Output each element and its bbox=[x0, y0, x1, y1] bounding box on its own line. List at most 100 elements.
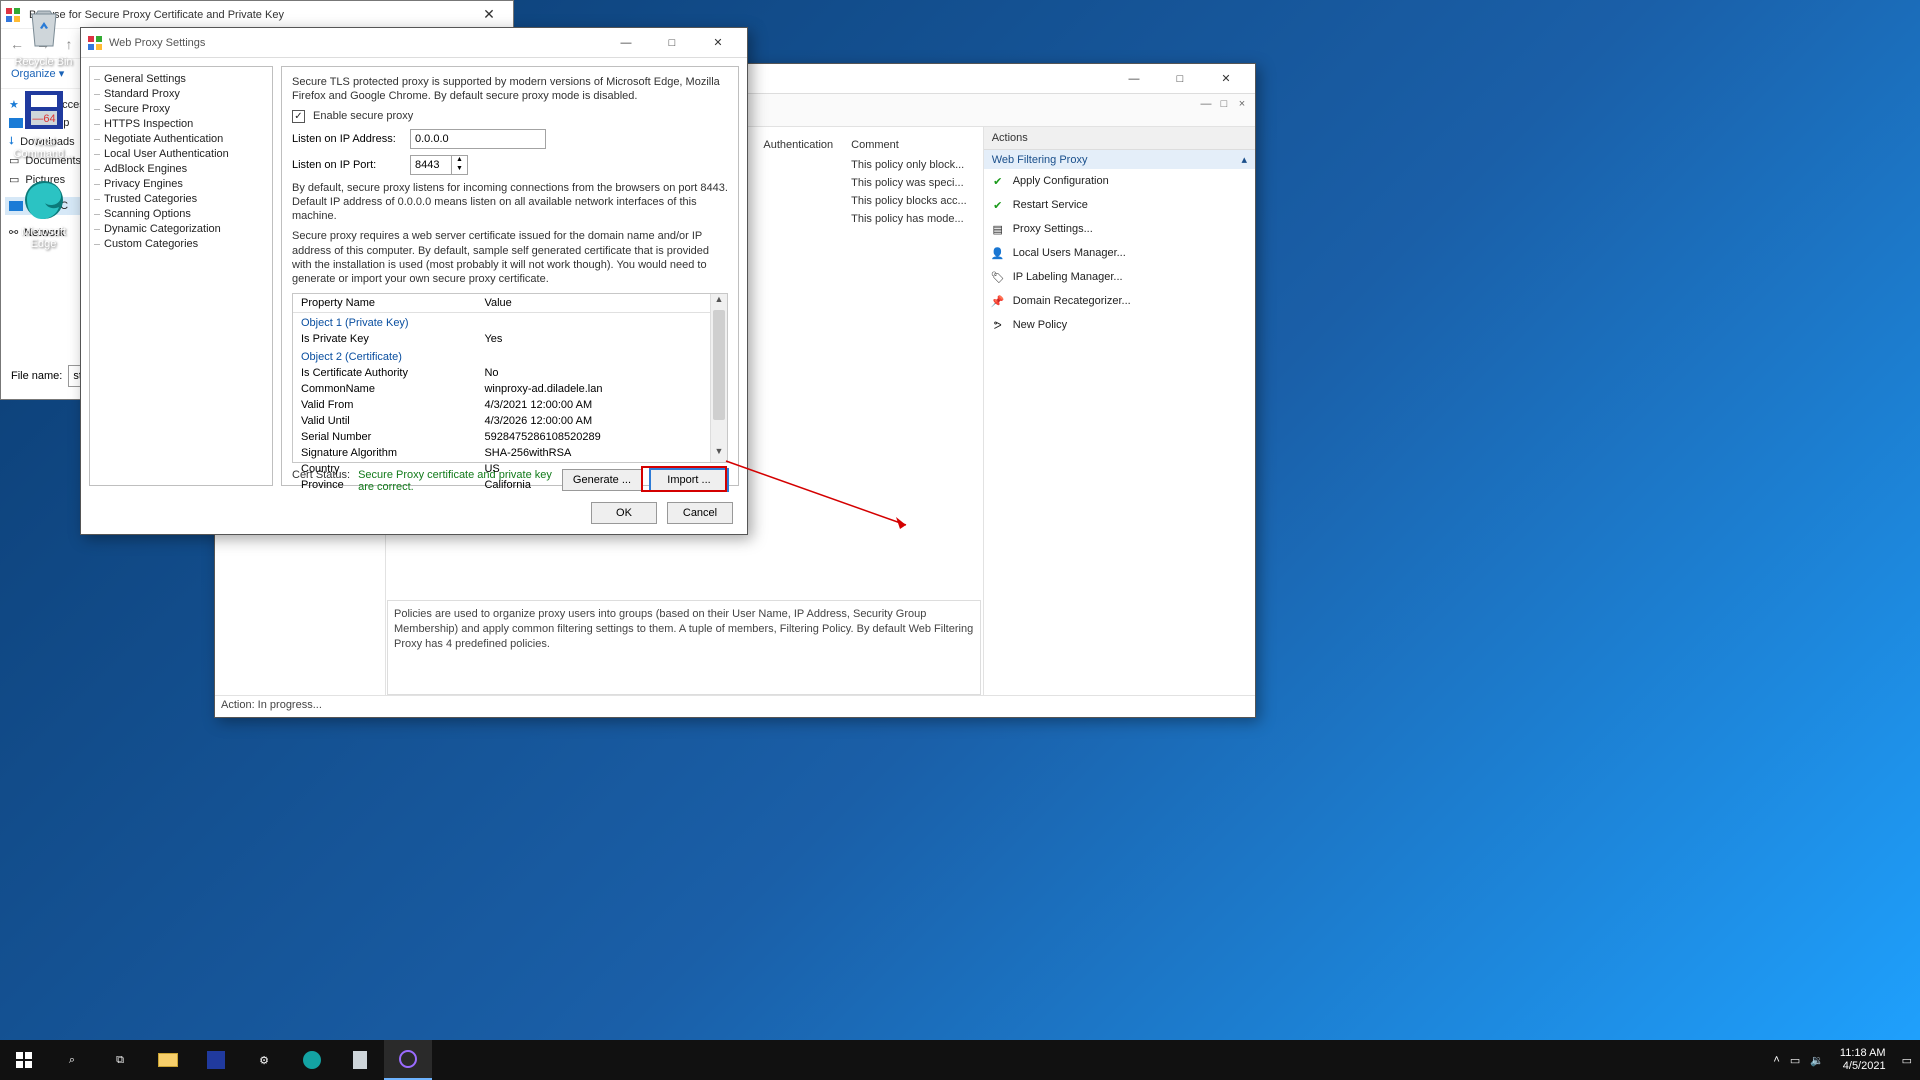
nav-dynamic-categorization[interactable]: Dynamic Categorization bbox=[90, 221, 272, 236]
taskbar-app-2[interactable] bbox=[336, 1040, 384, 1080]
desktop-edge[interactable]: MicrosoftEdge bbox=[6, 176, 81, 250]
action-ip-labeling-manager[interactable]: 🏷IP Labeling Manager... bbox=[984, 265, 1255, 289]
enable-secure-proxy-checkbox[interactable]: ✓ bbox=[292, 110, 305, 123]
edge-icon bbox=[20, 176, 68, 224]
app-icon bbox=[353, 1051, 367, 1069]
desktop-total-commander[interactable]: —64 TotalCommand... bbox=[6, 86, 81, 160]
close-button[interactable]: ✕ bbox=[469, 6, 509, 23]
table-row[interactable]: This policy blocks acc... bbox=[714, 193, 975, 209]
start-button[interactable] bbox=[0, 1040, 48, 1080]
close-button[interactable]: ✕ bbox=[1203, 65, 1249, 93]
ip-address-input[interactable] bbox=[410, 129, 546, 149]
wps-titlebar[interactable]: Web Proxy Settings — □ ✕ bbox=[81, 28, 747, 58]
nav-negotiate-auth[interactable]: Negotiate Authentication bbox=[90, 131, 272, 146]
edge-icon bbox=[303, 1051, 321, 1069]
grid-scrollbar[interactable]: ▲▼ bbox=[710, 294, 727, 462]
spin-down-icon[interactable]: ▼ bbox=[452, 165, 467, 174]
chevron-down-icon: ▾ bbox=[59, 68, 65, 80]
recycle-bin-icon bbox=[20, 6, 68, 54]
tray-chevron-icon[interactable]: ˄ bbox=[1773, 1054, 1779, 1066]
maximize-button[interactable]: □ bbox=[649, 29, 695, 57]
action-apply-configuration[interactable]: ✔Apply Configuration bbox=[984, 169, 1255, 193]
settings-nav: General Settings Standard Proxy Secure P… bbox=[89, 66, 273, 486]
spiral-icon bbox=[399, 1050, 417, 1068]
taskbar-total-commander[interactable] bbox=[192, 1040, 240, 1080]
taskbar-clock[interactable]: 11:18 AM4/5/2021 bbox=[1834, 1047, 1892, 1073]
gear-icon: ⚙ bbox=[259, 1054, 269, 1067]
minimize-button[interactable]: — bbox=[1111, 65, 1157, 93]
mmc-doc-controls[interactable]: —□× bbox=[1199, 98, 1249, 110]
note-port: By default, secure proxy listens for inc… bbox=[292, 181, 728, 224]
mmc-list-header[interactable]: TypeAuthenticationComment bbox=[714, 135, 975, 155]
taskview-icon: ⧉ bbox=[116, 1054, 124, 1067]
status-bar: Action: In progress... bbox=[215, 695, 1255, 717]
search-icon: ⌕ bbox=[69, 1054, 75, 1067]
ip-label: Listen on IP Address: bbox=[292, 133, 402, 145]
port-input[interactable] bbox=[410, 155, 452, 175]
enable-secure-proxy-label: Enable secure proxy bbox=[313, 110, 413, 122]
actions-group[interactable]: Web Filtering Proxy▴ bbox=[984, 150, 1255, 169]
taskbar-edge[interactable] bbox=[288, 1040, 336, 1080]
mmc-actions-pane: Actions Web Filtering Proxy▴ ✔Apply Conf… bbox=[983, 127, 1255, 695]
close-button[interactable]: ✕ bbox=[695, 29, 741, 57]
taskbar-explorer[interactable] bbox=[144, 1040, 192, 1080]
cancel-button[interactable]: Cancel bbox=[667, 502, 733, 524]
network-icon[interactable]: ▭ bbox=[1790, 1054, 1800, 1067]
nav-trusted-categories[interactable]: Trusted Categories bbox=[90, 191, 272, 206]
nav-privacy-engines[interactable]: Privacy Engines bbox=[90, 176, 272, 191]
web-proxy-settings-dialog: Web Proxy Settings — □ ✕ General Setting… bbox=[80, 27, 748, 535]
nav-local-user-auth[interactable]: Local User Authentication bbox=[90, 146, 272, 161]
chevron-up-icon: ▴ bbox=[1241, 153, 1247, 166]
check-icon: ✔ bbox=[990, 197, 1006, 213]
nav-https-inspection[interactable]: HTTPS Inspection bbox=[90, 116, 272, 131]
action-local-users-manager[interactable]: 👤Local Users Manager... bbox=[984, 241, 1255, 265]
sound-icon[interactable]: 🔉 bbox=[1810, 1054, 1824, 1067]
table-row[interactable]: This policy only block... bbox=[714, 157, 975, 173]
task-view-button[interactable]: ⧉ bbox=[96, 1040, 144, 1080]
dialog-title: Web Proxy Settings bbox=[109, 37, 603, 49]
table-row[interactable]: This policy was speci... bbox=[714, 175, 975, 191]
minimize-button[interactable]: — bbox=[603, 29, 649, 57]
desktop-recycle-bin[interactable]: Recycle Bin bbox=[6, 6, 81, 68]
scroll-down-icon[interactable]: ▼ bbox=[711, 446, 727, 462]
maximize-button[interactable]: □ bbox=[1157, 65, 1203, 93]
scroll-up-icon[interactable]: ▲ bbox=[711, 294, 727, 310]
system-tray[interactable]: ˄ ▭ 🔉 11:18 AM4/5/2021 ▭ bbox=[1765, 1047, 1920, 1073]
scroll-thumb[interactable] bbox=[713, 310, 725, 420]
search-button[interactable]: ⌕ bbox=[48, 1040, 96, 1080]
person-icon: ᕗ bbox=[990, 317, 1006, 333]
tag-icon: 🏷 bbox=[990, 269, 1006, 285]
windows-icon bbox=[16, 1052, 32, 1068]
action-proxy-settings[interactable]: ▤Proxy Settings... bbox=[984, 217, 1255, 241]
note-cert: Secure proxy requires a web server certi… bbox=[292, 229, 728, 286]
ok-button[interactable]: OK bbox=[591, 502, 657, 524]
action-center-icon[interactable]: ▭ bbox=[1902, 1054, 1912, 1067]
taskbar-app-1[interactable]: ⚙ bbox=[240, 1040, 288, 1080]
action-domain-recategorizer[interactable]: 📌Domain Recategorizer... bbox=[984, 289, 1255, 313]
dialog-title: Browse for Secure Proxy Certificate and … bbox=[25, 9, 469, 21]
taskbar: ⌕ ⧉ ⚙ ˄ ▭ 🔉 11:18 AM4/5/2021 ▭ bbox=[0, 1040, 1920, 1080]
nav-adblock-engines[interactable]: AdBlock Engines bbox=[90, 161, 272, 176]
pin-icon: 📌 bbox=[990, 293, 1006, 309]
cert-property-grid[interactable]: Property NameValue Object 1 (Private Key… bbox=[292, 293, 728, 463]
port-stepper[interactable]: ▲▼ bbox=[410, 155, 468, 175]
floppy-icon: —64 bbox=[20, 86, 68, 134]
action-restart-service[interactable]: ✔Restart Service bbox=[984, 193, 1255, 217]
nav-custom-categories[interactable]: Custom Categories bbox=[90, 236, 272, 251]
check-icon: ✔ bbox=[990, 173, 1006, 189]
settings-icon: ▤ bbox=[990, 221, 1006, 237]
nav-general-settings[interactable]: General Settings bbox=[90, 71, 272, 86]
nav-standard-proxy[interactable]: Standard Proxy bbox=[90, 86, 272, 101]
table-row[interactable]: This policy has mode... bbox=[714, 211, 975, 227]
spin-up-icon[interactable]: ▲ bbox=[452, 156, 467, 165]
nav-secure-proxy[interactable]: Secure Proxy bbox=[90, 101, 272, 116]
actions-header: Actions bbox=[984, 127, 1255, 150]
organize-button[interactable]: Organize ▾ bbox=[11, 67, 64, 80]
intro-text: Secure TLS protected proxy is supported … bbox=[292, 75, 728, 104]
mmc-description: Policies are used to organize proxy user… bbox=[387, 600, 981, 695]
taskbar-app-3[interactable] bbox=[384, 1040, 432, 1080]
action-new-policy[interactable]: ᕗNew Policy bbox=[984, 313, 1255, 337]
port-label: Listen on IP Port: bbox=[292, 159, 402, 171]
folder-icon bbox=[158, 1053, 178, 1067]
nav-scanning-options[interactable]: Scanning Options bbox=[90, 206, 272, 221]
